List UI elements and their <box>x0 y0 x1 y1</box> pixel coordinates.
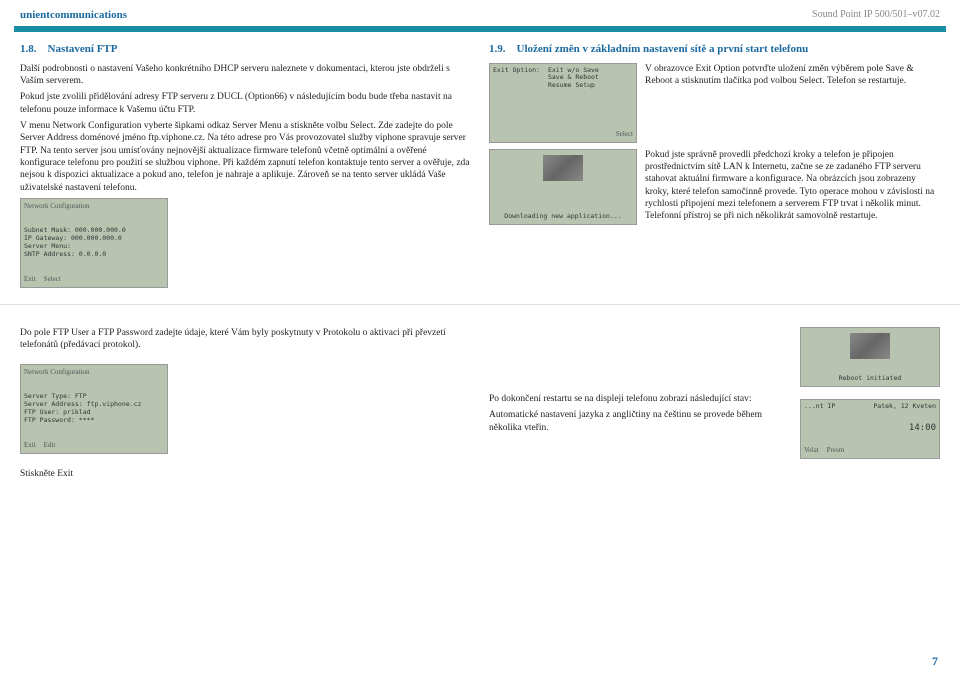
lcd-title: Network Configuration <box>24 202 164 211</box>
lcd-line: Downloading new application... <box>493 213 633 221</box>
lcd-softkey: Exit <box>24 441 36 450</box>
lcd-line: Exit Option: <box>493 67 540 90</box>
lcd-screenshot-home: ...nt IP Patek, 12 Kveten 14:00 Volat Pr… <box>800 399 940 459</box>
right-column: 1.9. Uložení změn v základním nastavení … <box>489 42 940 294</box>
lcd-body: Server Type: FTP Server Address: ftp.vip… <box>24 393 164 424</box>
lcd-line: ...nt IP <box>804 403 835 411</box>
logo: unientcommunications <box>20 8 127 22</box>
paragraph: Pokud jste zvolili přidělování adresy FT… <box>20 91 471 116</box>
lcd-softkey: Presm <box>827 446 845 455</box>
lcd-softkey: Select <box>44 275 61 284</box>
lcd-screenshot-downloading: Downloading new application... <box>489 149 637 225</box>
lcd-line: Resume Setup <box>548 82 599 90</box>
lcd-line: FTP Password: **** <box>24 417 164 425</box>
lcd-logo-icon <box>850 333 890 359</box>
logo-light: communications <box>50 9 127 21</box>
section-title: Uložení změn v základním nastavení sítě … <box>517 43 809 55</box>
left-column: 1.8. Nastavení FTP Další podrobnosti o n… <box>20 42 471 294</box>
lcd-screenshot-exit-option: Exit Option: Exit w/o Save Save & Reboot… <box>489 63 637 143</box>
bottom-left-column: Do pole FTP User a FTP Password zadejte … <box>20 327 471 484</box>
lcd-title: Network Configuration <box>24 368 164 377</box>
page-header: unientcommunications Sound Point IP 500/… <box>0 0 960 26</box>
lcd-softkey: Edit <box>44 441 56 450</box>
section-heading-1-8: 1.8. Nastavení FTP <box>20 42 471 56</box>
lcd-line: SNTP Address: 0.0.0.0 <box>24 251 164 259</box>
lcd-screenshot-ftp-credentials: Network Configuration Server Type: FTP S… <box>20 364 168 454</box>
lcd-line: Patek, 12 Kveten <box>873 403 936 411</box>
bottom-section: Do pole FTP User a FTP Password zadejte … <box>0 304 960 484</box>
lcd-softkey: Exit <box>24 275 36 284</box>
page-number: 7 <box>932 654 938 670</box>
logo-bold: unient <box>20 9 50 21</box>
lcd-softkey: Select <box>616 130 633 139</box>
main-content: 1.8. Nastavení FTP Další podrobnosti o n… <box>0 42 960 294</box>
paragraph: Další podrobnosti o nastavení Vašeho kon… <box>20 63 471 88</box>
divider-bar <box>14 26 946 32</box>
lcd-time: 14:00 <box>804 423 936 434</box>
lcd-line: Reboot initiated <box>804 375 936 383</box>
section-title: Nastavení FTP <box>48 43 118 55</box>
section-number: 1.8. <box>20 43 37 55</box>
lcd-logo-icon <box>543 155 583 181</box>
lcd-body: Exit Option: Exit w/o Save Save & Reboot… <box>493 67 633 90</box>
lcd-screenshot-reboot: Reboot initiated <box>800 327 940 387</box>
lcd-body: Subnet Mask: 000.000.000.0 IP Gateway: 0… <box>24 227 164 258</box>
paragraph: Stiskněte Exit <box>20 468 471 480</box>
paragraph: Do pole FTP User a FTP Password zadejte … <box>20 327 471 352</box>
bottom-right-column: Reboot initiated ...nt IP Patek, 12 Kvet… <box>489 327 940 484</box>
section-heading-1-9: 1.9. Uložení změn v základním nastavení … <box>489 42 940 56</box>
doc-header-title: Sound Point IP 500/501–v07.02 <box>812 8 940 22</box>
lcd-screenshot-network-config: Network Configuration Subnet Mask: 000.0… <box>20 198 168 288</box>
paragraph: V menu Network Configuration vyberte šip… <box>20 120 471 194</box>
lcd-softkey: Volat <box>804 446 819 455</box>
section-number: 1.9. <box>489 43 506 55</box>
